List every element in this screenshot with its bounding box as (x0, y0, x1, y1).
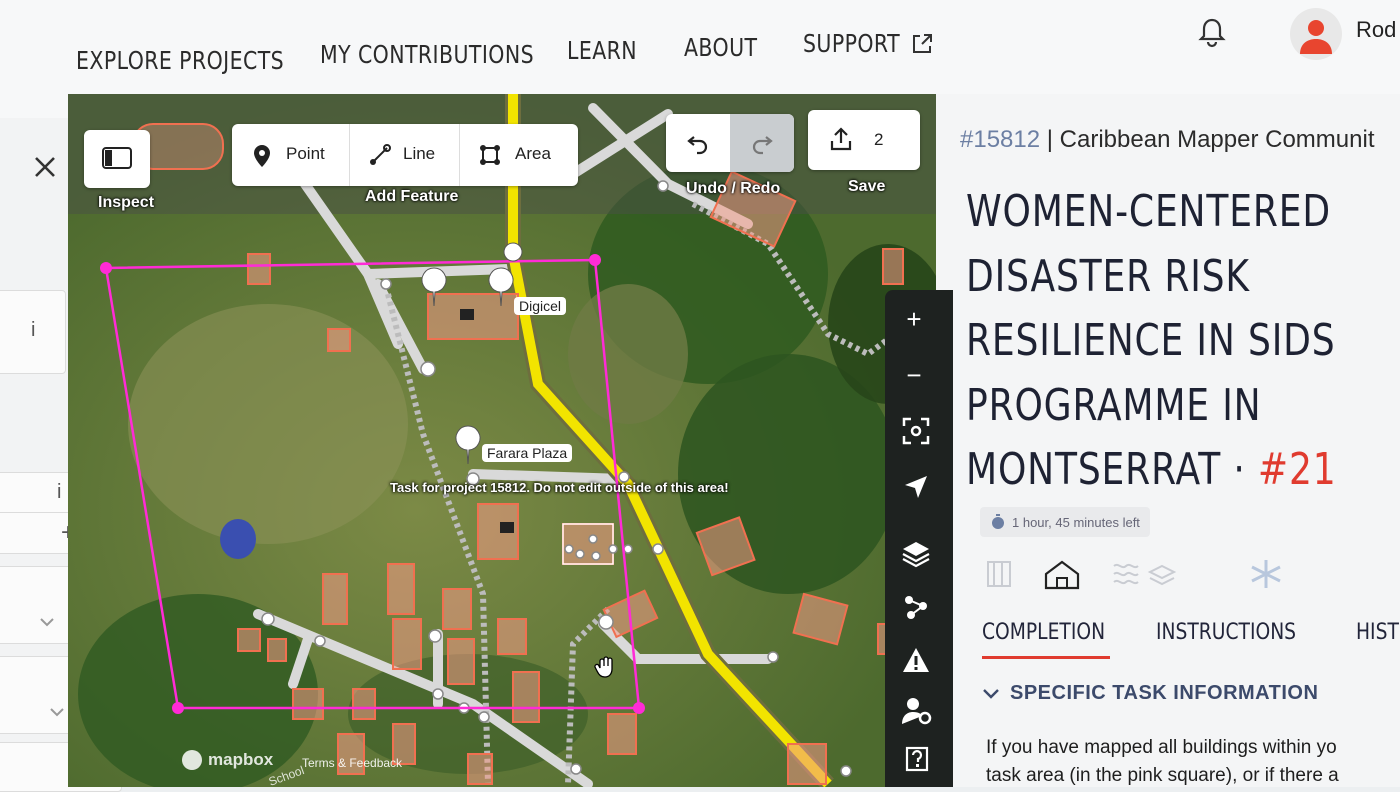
area-label: Area (515, 144, 551, 163)
sidebar-toggle-icon (102, 147, 132, 169)
title-line: WOMEN-CENTERED (966, 186, 1331, 237)
nav-learn[interactable]: LEARN (567, 36, 637, 65)
map-imagery (68, 94, 936, 787)
upload-icon (830, 127, 852, 151)
point-label: Point (286, 144, 325, 163)
title-line: RESILIENCE IN SIDS (966, 315, 1336, 366)
info-icon[interactable]: i (31, 319, 35, 342)
line-button[interactable]: Line (349, 124, 460, 186)
organisation-name[interactable]: | Caribbean Mapper Communit (1047, 126, 1375, 153)
feature-type-icons (987, 560, 1281, 590)
project-title: WOMEN-CENTERED DISASTER RISK RESILIENCE … (966, 180, 1337, 503)
save-button[interactable]: 2 (808, 110, 920, 170)
redo-button[interactable] (730, 114, 794, 172)
task-info-section-toggle[interactable]: SPECIFIC TASK INFORMATION (982, 682, 1318, 705)
time-left-text: 1 hour, 45 minutes left (1012, 514, 1140, 530)
title-line: MONTSERRAT · (966, 444, 1246, 495)
nav-support-label: SUPPORT (803, 29, 901, 58)
help-icon[interactable] (905, 746, 929, 772)
map-data-icon[interactable] (901, 592, 931, 622)
preferences-icon[interactable] (901, 696, 933, 726)
nav-support[interactable]: SUPPORT (803, 29, 900, 58)
nav-about[interactable]: ABOUT (684, 33, 757, 62)
stopwatch-icon (992, 514, 1004, 529)
title-line: PROGRAMME IN (966, 379, 1262, 431)
terms-feedback-link[interactable]: Terms & Feedback (302, 756, 402, 770)
add-feature-toolbar: Point Line Area (232, 124, 578, 186)
info-icon[interactable]: i (57, 481, 61, 504)
mapbox-logo-icon (182, 750, 202, 770)
area-button[interactable]: Area (459, 124, 578, 186)
add-feature-label: Add Feature (365, 188, 459, 205)
task-number: #21 (1257, 444, 1337, 495)
undo-redo-label: Undo / Redo (686, 180, 781, 197)
tab-history[interactable]: HIST (1356, 620, 1399, 645)
mapbox-logo: mapbox (208, 750, 274, 769)
project-id[interactable]: #15812 (960, 126, 1040, 153)
nav-explore-projects[interactable]: EXPLORE PROJECTS (76, 46, 284, 75)
task-instructions-text: If you have mapped all buildings within … (986, 734, 1339, 790)
map-canvas[interactable]: Digicel Farara Plaza Task for project 15… (68, 94, 936, 787)
user-name: Rod (1356, 17, 1397, 42)
geolocate-icon[interactable] (903, 474, 929, 500)
area-icon (480, 145, 500, 165)
undo-redo-group (666, 114, 794, 172)
tab-completion[interactable]: COMPLETION (982, 620, 1105, 645)
layers-icon[interactable] (901, 540, 931, 568)
undo-icon (687, 136, 708, 155)
external-link-icon (913, 34, 932, 53)
project-header: #15812 | Caribbean Mapper Communit (960, 126, 1374, 154)
line-label: Line (403, 144, 436, 163)
undo-button[interactable] (666, 114, 730, 172)
tab-instructions[interactable]: INSTRUCTIONS (1156, 620, 1296, 645)
save-label: Save (848, 178, 886, 195)
map-controls: + − (885, 290, 953, 787)
issues-warning-icon[interactable] (901, 646, 931, 674)
close-icon[interactable] (32, 154, 58, 180)
title-line: DISASTER RISK (966, 250, 1250, 302)
save-count-badge: 2 (874, 130, 884, 149)
line-icon (370, 144, 391, 165)
home-icon (1044, 560, 1080, 590)
poi-label-farara-plaza[interactable]: Farara Plaza (482, 444, 573, 462)
redo-icon (752, 136, 773, 155)
bell-icon[interactable] (1196, 16, 1228, 48)
time-left-badge: 1 hour, 45 minutes left (980, 507, 1150, 537)
zoom-out-button[interactable]: − (889, 360, 939, 391)
nav-my-contributions[interactable]: MY CONTRIBUTIONS (320, 40, 534, 69)
poi-label-digicel[interactable]: Digicel (514, 297, 567, 315)
zoom-in-button[interactable]: + (889, 304, 939, 335)
inspect-button[interactable] (84, 130, 150, 188)
map-pin-icon (254, 145, 270, 167)
section-title: SPECIFIC TASK INFORMATION (1010, 682, 1319, 704)
task-area-notice: Task for project 15812. Do not edit outs… (390, 480, 729, 495)
field-row[interactable]: i (0, 290, 66, 374)
chevron-down-icon (983, 688, 999, 699)
project-panel: #15812 | Caribbean Mapper Communit WOMEN… (936, 94, 1400, 787)
avatar[interactable] (1290, 8, 1342, 60)
body-line: task area (in the pink square), or if th… (986, 765, 1339, 786)
body-line: If you have mapped all buildings within … (986, 737, 1337, 758)
user-icon (1300, 20, 1332, 54)
hand-cursor-icon (594, 656, 613, 678)
inspect-label: Inspect (98, 194, 155, 211)
active-tab-indicator (982, 656, 1110, 659)
point-button[interactable]: Point (232, 124, 350, 186)
zoom-to-selection-icon[interactable] (901, 416, 931, 446)
